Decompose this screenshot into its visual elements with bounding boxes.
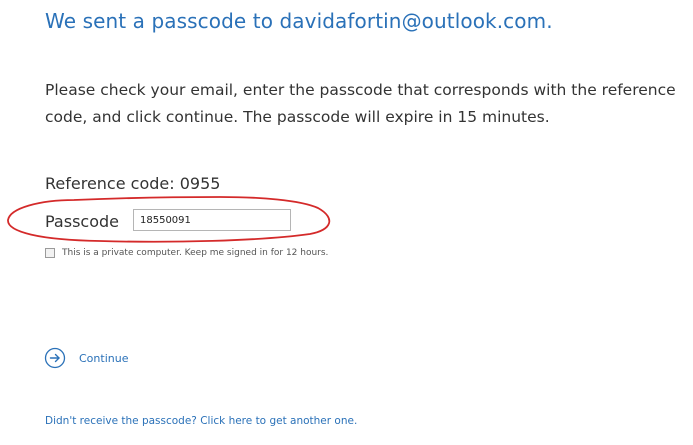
- continue-button[interactable]: Continue: [44, 347, 128, 369]
- reference-code: Reference code: 0955: [45, 174, 221, 193]
- passcode-input[interactable]: [133, 209, 291, 231]
- keep-signed-in-label: This is a private computer. Keep me sign…: [62, 248, 329, 258]
- page-heading: We sent a passcode to davidafortin@outlo…: [45, 9, 553, 33]
- instructions-text: Please check your email, enter the passc…: [45, 81, 676, 126]
- keep-signed-in-row: This is a private computer. Keep me sign…: [45, 248, 328, 258]
- keep-signed-in-checkbox[interactable]: [45, 248, 55, 258]
- passcode-label: Passcode: [45, 212, 119, 231]
- continue-label: Continue: [79, 351, 129, 365]
- resend-passcode-link[interactable]: Didn't receive the passcode? Click here …: [45, 415, 357, 427]
- arrow-right-circle-icon: [44, 347, 66, 369]
